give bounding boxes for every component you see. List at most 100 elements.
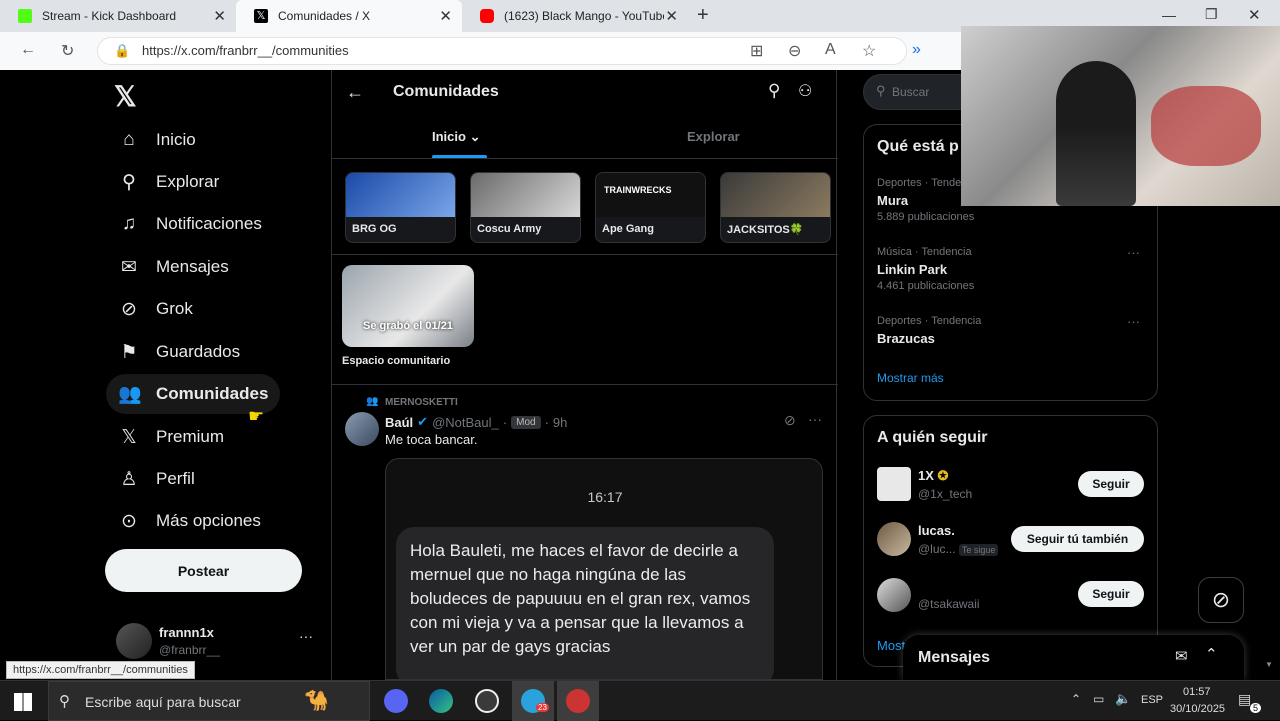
divider [332, 158, 838, 159]
tab-kick[interactable]: Stream - Kick Dashboard ✕ [0, 0, 236, 32]
taskbar-search[interactable]: ⚲ Escribe aquí para buscar 🐪 [48, 681, 370, 721]
x-icon: 𝕏 [121, 426, 137, 448]
close-icon[interactable]: ✕ [439, 7, 452, 25]
trend-item[interactable]: Deportes · Tendencia Brazucas [877, 315, 981, 346]
show-more-link[interactable]: Most [877, 638, 905, 653]
sidebar-item-perfil[interactable]: ♙ Perfil [106, 459, 207, 499]
sidebar-item-guardados[interactable]: ⚑ Guardados [106, 332, 252, 372]
sidebar-item-mensajes[interactable]: ✉ Mensajes [106, 247, 241, 287]
avatar[interactable] [877, 467, 911, 501]
post-author[interactable]: Baúl [385, 415, 413, 430]
network-icon[interactable]: ▭ [1093, 692, 1104, 706]
account-more-icon[interactable]: ··· [299, 628, 313, 644]
community-card[interactable]: TRAINWRECKS Ape Gang [595, 172, 706, 243]
post-time[interactable]: 9h [553, 415, 567, 430]
post-text: Me toca bancar. [385, 432, 478, 447]
clock-date[interactable]: 30/10/2025 [1170, 703, 1225, 715]
chevron-up-icon[interactable]: ⌃ [1205, 645, 1218, 663]
follow-handle: @tsakawaii [918, 597, 980, 611]
new-message-icon[interactable]: ✉ [1175, 647, 1188, 665]
scroll-down-icon[interactable]: ▼ [1265, 660, 1273, 669]
avatar[interactable] [345, 412, 379, 446]
more-icon[interactable]: ··· [1127, 245, 1140, 260]
community-card[interactable]: Coscu Army [470, 172, 581, 243]
tab-youtube[interactable]: (1623) Black Mango - YouTube ✕ [462, 0, 688, 32]
minimize-icon[interactable]: — [1162, 7, 1176, 23]
tab-x-comunidades[interactable]: 𝕏 Comunidades / X ✕ [236, 0, 462, 32]
community-card[interactable]: BRG OG [345, 172, 456, 243]
search-icon[interactable]: ⚲ [768, 81, 780, 101]
kick-icon [18, 9, 32, 23]
sidebar: 𝕏 ⌂ Inicio ⚲ Explorar ♫ Notificaciones ✉ Men… [6, 70, 331, 680]
avatar[interactable] [116, 623, 152, 659]
avatar[interactable] [877, 578, 911, 612]
windows-start-icon[interactable] [14, 693, 32, 711]
notification-icon[interactable]: ▤ [1238, 691, 1251, 708]
tab-inicio[interactable]: Inicio ⌄ [432, 129, 480, 145]
edge-icon[interactable] [429, 689, 453, 713]
follow-handle: @luc... Te sigue [918, 542, 999, 556]
account-name: frannn1x [159, 625, 214, 640]
app-task[interactable] [557, 681, 599, 721]
follow-button[interactable]: Seguir [1078, 471, 1144, 497]
url-field[interactable]: 🔒 https://x.com/franbrr__/communities [97, 37, 907, 65]
sidebar-item-premium[interactable]: 𝕏 Premium [106, 417, 236, 457]
sidebar-item-notificaciones[interactable]: ♫ Notificaciones [106, 204, 274, 244]
maximize-icon[interactable]: ❐ [1205, 6, 1218, 23]
add-community-icon[interactable]: ⚇ [798, 81, 812, 101]
search-icon: ⚲ [122, 171, 136, 193]
extension-icon[interactable]: » [912, 41, 921, 59]
sidebar-item-label: Premium [156, 427, 225, 446]
language-indicator[interactable]: ESP [1141, 694, 1163, 706]
read-aloud-icon[interactable]: A [825, 41, 836, 59]
grok-icon: ⊘ [121, 298, 137, 320]
telegram-task[interactable]: 23 [512, 681, 554, 721]
close-window-icon[interactable]: ✕ [1248, 6, 1261, 24]
follow-back-button[interactable]: Seguir tú también [1011, 526, 1144, 552]
sidebar-item-explorar[interactable]: ⚲ Explorar [106, 162, 231, 202]
trend-item[interactable]: Música · Tendencia Linkin Park 4.461 pub… [877, 246, 974, 292]
community-card[interactable]: JACKSITOS🍀 [720, 172, 831, 243]
search-icon: ⚲ [59, 693, 70, 710]
sidebar-item-grok[interactable]: ⊘ Grok [106, 289, 205, 329]
grok-icon[interactable]: ⊘ [784, 412, 796, 429]
new-tab-icon[interactable]: + [697, 4, 709, 27]
lock-icon: 🔒 [114, 43, 131, 58]
follow-handle-text: @luc... [918, 542, 956, 556]
post-button[interactable]: Postear [105, 549, 302, 592]
follow-button[interactable]: Seguir [1078, 581, 1144, 607]
tab-explorar[interactable]: Explorar [687, 129, 740, 144]
post-image[interactable]: 16:17 Hola Bauleti, me haces el favor de… [385, 458, 823, 680]
post-handle[interactable]: @NotBaul_ [432, 415, 499, 430]
messages-drawer[interactable]: Mensajes ✉ ⌃ [903, 635, 1244, 680]
obs-icon[interactable] [475, 689, 499, 713]
follow-name[interactable]: 1X ✪ [918, 468, 948, 484]
reload-icon[interactable]: ↻ [61, 41, 74, 61]
community-space-card[interactable]: Se grabó el 01/21 [342, 265, 474, 347]
more-icon[interactable]: ··· [1127, 314, 1140, 329]
volume-icon[interactable]: 🔈 [1115, 691, 1131, 707]
back-icon[interactable]: ← [20, 41, 36, 59]
zoom-icon[interactable]: ⊖ [788, 41, 801, 61]
mouse-cursor-icon: ☛ [248, 406, 265, 426]
sidebar-item-mas-opciones[interactable]: ⊙ Más opciones [106, 501, 273, 541]
close-icon[interactable]: ✕ [665, 7, 678, 25]
discord-icon[interactable] [384, 689, 408, 713]
clock-time[interactable]: 01:57 [1183, 686, 1211, 698]
post-community-name[interactable]: MERNOSKETTI [385, 397, 458, 408]
grok-icon[interactable]: ⊘ [1198, 577, 1244, 623]
app-available-icon[interactable]: ⊞ [750, 41, 763, 61]
close-icon[interactable]: ✕ [213, 7, 226, 25]
follow-name[interactable]: lucas. [918, 523, 955, 538]
sidebar-item-label: Notificaciones [156, 214, 262, 233]
back-arrow-icon[interactable]: ← [346, 82, 364, 103]
sidebar-item-inicio[interactable]: ⌂ Inicio [106, 120, 208, 160]
chevron-up-icon[interactable]: ⌃ [1071, 692, 1081, 706]
x-logo-icon[interactable]: 𝕏 [114, 80, 137, 113]
show-more-link[interactable]: Mostrar más [877, 371, 944, 385]
more-icon[interactable]: ··· [808, 411, 822, 427]
trends-title: Qué está p [877, 138, 959, 155]
favorite-star-icon[interactable]: ☆ [862, 41, 876, 61]
avatar[interactable] [877, 522, 911, 556]
webcam-overlay [961, 26, 1280, 206]
